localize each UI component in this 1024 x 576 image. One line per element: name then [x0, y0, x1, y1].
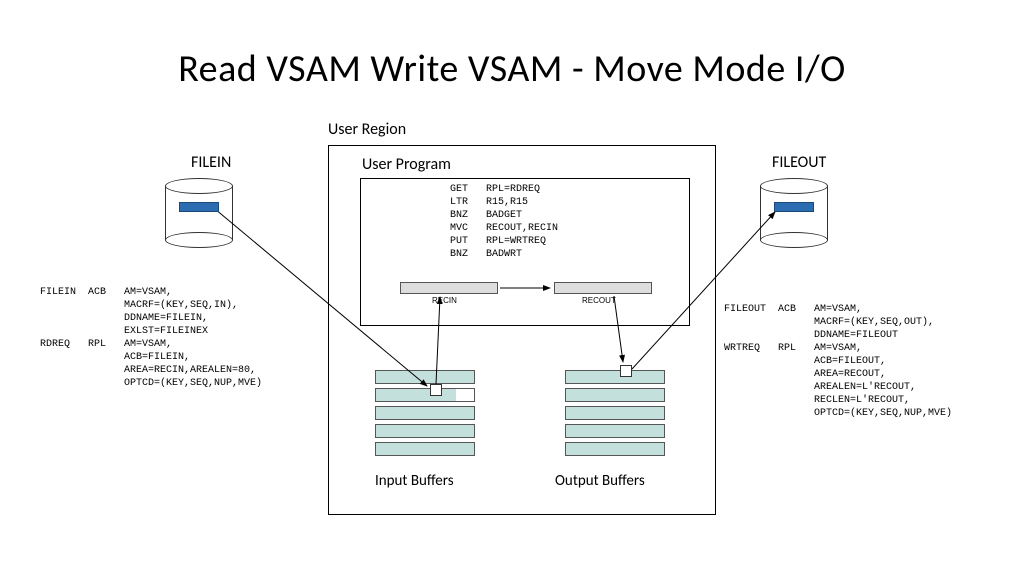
recout-label: RECOUT — [582, 296, 616, 305]
fileout-label: FILEOUT — [772, 153, 826, 172]
output-buffers-label: Output Buffers — [555, 472, 645, 490]
input-buffers-label: Input Buffers — [375, 472, 454, 490]
user-region-label: User Region — [328, 120, 406, 139]
recin-bar — [400, 282, 498, 294]
user-program-label: User Program — [362, 155, 451, 174]
input-buffer-cursor-icon — [430, 384, 442, 396]
recout-bar — [554, 282, 652, 294]
output-buffers — [565, 370, 665, 460]
filein-label: FILEIN — [191, 153, 231, 172]
filein-cylinder-icon — [165, 178, 233, 248]
assembly-code: GET RPL=RDREQ LTR R15,R15 BNZ BADGET MVC… — [450, 183, 558, 261]
filein-acb-code: FILEIN ACB AM=VSAM, MACRF=(KEY,SEQ,IN), … — [40, 286, 262, 390]
fileout-acb-code: FILEOUT ACB AM=VSAM, MACRF=(KEY,SEQ,OUT)… — [724, 303, 952, 420]
page-title: Read VSAM Write VSAM - Move Mode I/O — [0, 46, 1024, 92]
input-buffers — [375, 370, 475, 460]
recin-label: RECIN — [432, 296, 457, 305]
fileout-cylinder-icon — [760, 178, 828, 248]
output-buffer-cursor-icon — [620, 365, 632, 377]
